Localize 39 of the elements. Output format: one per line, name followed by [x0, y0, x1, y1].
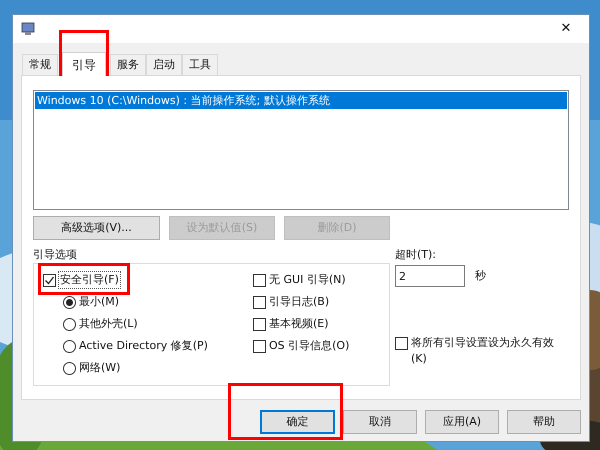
close-button[interactable]: ✕ — [543, 15, 589, 43]
dialog-button[interactable]: 取消 — [343, 410, 417, 434]
checkbox[interactable] — [253, 274, 266, 286]
checkbox[interactable] — [43, 274, 56, 286]
tab[interactable]: 引导 — [62, 52, 106, 76]
tab[interactable]: 服务 — [110, 54, 146, 75]
action-button[interactable]: 高级选项(V)... — [33, 216, 160, 240]
checkbox[interactable] — [253, 296, 266, 308]
tab[interactable]: 常规 — [22, 54, 58, 75]
radio-button[interactable] — [63, 296, 76, 308]
radio-button[interactable] — [63, 318, 76, 330]
dialog-button[interactable]: 应用(A) — [425, 410, 499, 434]
checkbox[interactable] — [253, 318, 266, 330]
radio-label: 其他外壳(L) — [79, 316, 138, 332]
checkbox-label: 引导日志(B) — [269, 294, 330, 310]
radio-label: 网络(W) — [79, 360, 120, 376]
tab[interactable]: 工具 — [182, 54, 218, 75]
list-item[interactable]: Windows 10 (C:\Windows) : 当前操作系统; 默认操作系统 — [35, 92, 567, 109]
checkbox-label: 基本视频(E) — [269, 316, 329, 332]
radio-label: Active Directory 修复(P) — [79, 338, 208, 354]
checkbox-label: 安全引导(F) — [58, 270, 121, 290]
timeout-label: 超时(T): — [395, 247, 438, 263]
checkbox[interactable] — [253, 340, 266, 352]
checkbox-label: OS 引导信息(O) — [269, 338, 350, 354]
tab[interactable]: 启动 — [146, 54, 182, 75]
dialog-button[interactable]: 帮助 — [507, 410, 581, 434]
highlight-frame — [59, 30, 109, 76]
checkbox-label: 无 GUI 引导(N) — [269, 272, 346, 288]
checkmark-icon — [44, 274, 55, 286]
radio-label: 最小(M) — [79, 294, 120, 310]
checkbox[interactable] — [395, 337, 408, 350]
group-title: 引导选项 — [33, 247, 78, 263]
radio-button[interactable] — [63, 362, 76, 374]
unit-label: 秒 — [475, 268, 486, 284]
dialog-button[interactable]: 确定 — [260, 410, 335, 434]
radio-button[interactable] — [63, 340, 76, 352]
timeout-field[interactable]: 2 — [395, 265, 465, 287]
checkbox-label: 将所有引导设置设为永久有效 (K) — [411, 335, 555, 367]
computer-icon — [21, 22, 35, 36]
